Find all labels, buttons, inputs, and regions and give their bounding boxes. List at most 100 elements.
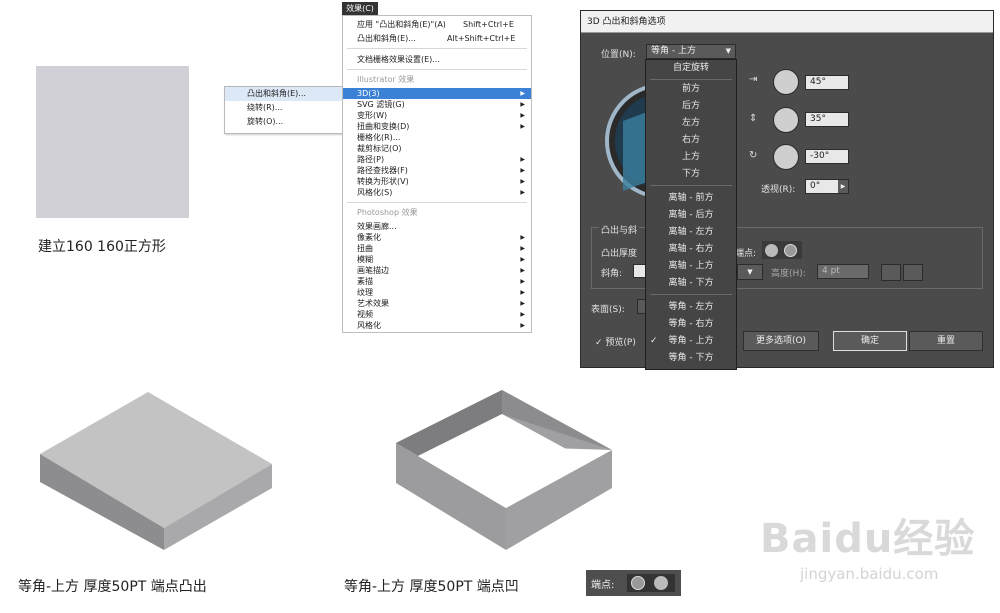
menu-item-artistic[interactable]: 艺术效果 ▶ [343,298,531,309]
menu-item-effect-gallery[interactable]: 效果画廊... [343,221,531,232]
position-option[interactable]: 离轴 - 上方 [646,258,736,275]
submenu-item-extrude[interactable]: 凸出和斜角(E)... [225,87,343,101]
submenu-item-rotate[interactable]: 旋转(O)... [225,115,343,129]
chevron-right-icon: ▶ [838,180,848,193]
chevron-right-icon: ▶ [520,90,525,97]
bevel-in-icon[interactable] [903,264,923,281]
cap-badge: 端点: [586,570,681,596]
menu-item-crop-marks[interactable]: 裁剪标记(O) [343,143,531,154]
position-option[interactable]: 等角 - 左方 [646,299,736,316]
chevron-right-icon: ▶ [520,123,525,130]
position-option[interactable]: 前方 [646,81,736,98]
cap-toggle-group [762,241,802,259]
menu-item-raster-settings[interactable]: 文档栅格效果设置(E)... [343,54,531,65]
chevron-right-icon: ▶ [520,112,525,119]
cap-off-icon [631,576,645,590]
chevron-right-icon: ▶ [520,267,525,274]
menu-item-path[interactable]: 路径(P) ▶ [343,154,531,165]
menu-item-blur[interactable]: 模糊 ▶ [343,254,531,265]
menu-item-sketch[interactable]: 素描 ▶ [343,276,531,287]
position-option[interactable]: 离轴 - 后方 [646,207,736,224]
z-angle-input[interactable]: -30° [805,149,849,164]
menu-item-video[interactable]: 视频 ▶ [343,309,531,320]
y-rotation-knob[interactable] [773,107,799,133]
3d-extrude-bevel-dialog: 3D 凸出和斜角选项 位置(N): 等角 - 上方 ▼ ⇥ 45° ⇕ 35° … [580,10,994,368]
menu-separator [347,48,527,49]
menu-item-stylize[interactable]: 风格化(S) ▶ [343,187,531,198]
dropdown-separator [650,79,732,80]
dialog-title: 3D 凸出和斜角选项 [581,11,993,33]
effect-menu-title[interactable]: 效果(C) [342,2,378,15]
result2-caption: 等角-上方 厚度50PT 端点凹 [344,579,519,595]
position-option[interactable]: 等角 - 右方 [646,316,736,333]
chevron-right-icon: ▶ [520,322,525,329]
chevron-right-icon: ▶ [520,311,525,318]
position-option[interactable]: 右方 [646,132,736,149]
menu-item-brush-strokes[interactable]: 画笔描边 ▶ [343,265,531,276]
position-option-selected[interactable]: ✓ 等角 - 上方 [646,333,736,350]
menu-item-last-effect[interactable]: 凸出和斜角(E)... Alt+Shift+Ctrl+E [343,33,531,44]
x-rotation-knob[interactable] [773,69,799,95]
dropdown-separator [650,294,732,295]
position-option[interactable]: 离轴 - 前方 [646,190,736,207]
height-input[interactable]: 4 pt [817,264,869,279]
position-option[interactable]: 后方 [646,98,736,115]
x-axis-icon: ⇥ [749,74,758,85]
reset-button[interactable]: 重置 [909,331,983,351]
chevron-right-icon: ▶ [520,245,525,252]
menu-item-apply-last[interactable]: 应用 "凸出和斜角(E)"(A) Shift+Ctrl+E [343,19,531,30]
menu-item-convert-shape[interactable]: 转换为形状(V) ▶ [343,176,531,187]
extrude-depth-label: 凸出厚度 [601,249,638,259]
position-option[interactable]: 离轴 - 右方 [646,241,736,258]
extrude-section-label: 凸出与斜 [599,223,640,236]
menu-item-3d[interactable]: 3D(3) ▶ [343,88,531,99]
menu-item-pixelate[interactable]: 像素化 ▶ [343,232,531,243]
photoshop-effects-header: Photoshop 效果 [357,208,418,217]
position-select[interactable]: 等角 - 上方 ▼ [646,44,736,59]
menu-separator [347,69,527,70]
square-shape [36,66,189,218]
menu-item-distort[interactable]: 扭曲 ▶ [343,243,531,254]
bevel-out-icon[interactable] [881,264,901,281]
chevron-right-icon: ▶ [520,178,525,185]
menu-item-svg-filters[interactable]: SVG 滤镜(G) ▶ [343,99,531,110]
position-option[interactable]: 自定旋转 [646,60,736,77]
cap-badge-label: 端点: [591,580,615,591]
preview-checkbox[interactable]: ✓ 预览(P) [595,335,636,348]
chevron-right-icon: ▶ [520,289,525,296]
more-options-button[interactable]: 更多选项(O) [743,331,819,351]
menu-item-stylize-ps[interactable]: 风格化 ▶ [343,320,531,331]
z-axis-icon: ↻ [749,150,758,161]
position-option[interactable]: 等角 - 下方 [646,350,736,367]
perspective-input[interactable]: 0° ▶ [805,179,849,194]
menu-item-warp[interactable]: 变形(W) ▶ [343,110,531,121]
cap-off-icon[interactable] [784,244,797,257]
menu-item-distort-transform[interactable]: 扭曲和变换(D) ▶ [343,121,531,132]
menu-separator [347,202,527,203]
z-rotation-knob[interactable] [773,144,799,170]
x-angle-input[interactable]: 45° [805,75,849,90]
perspective-label: 透视(R): [761,185,796,195]
cap-badge-toggle [627,574,675,592]
position-option[interactable]: 左方 [646,115,736,132]
position-option[interactable]: 离轴 - 左方 [646,224,736,241]
chevron-down-icon: ▼ [725,47,731,55]
y-axis-icon: ⇕ [749,113,758,124]
check-icon: ✓ [595,338,603,348]
height-label: 高度(H): [771,269,806,279]
menu-item-texture[interactable]: 纹理 ▶ [343,287,531,298]
position-option[interactable]: 上方 [646,149,736,166]
position-option[interactable]: 离轴 - 下方 [646,275,736,292]
menu-item-pathfinder[interactable]: 路径查找器(F) ▶ [343,165,531,176]
illustrator-effects-header: Illustrator 效果 [357,75,415,84]
cap-on-icon[interactable] [765,244,778,257]
position-option[interactable]: 下方 [646,166,736,183]
y-angle-input[interactable]: 35° [805,112,849,127]
square-caption: 建立160 160正方形 [38,239,166,255]
chevron-right-icon: ▶ [520,300,525,307]
chevron-down-icon[interactable]: ▼ [737,264,763,280]
menu-item-rasterize[interactable]: 栅格化(R)... [343,132,531,143]
ok-button[interactable]: 确定 [833,331,907,351]
submenu-item-revolve[interactable]: 绕转(R)... [225,101,343,115]
result1-caption: 等角-上方 厚度50PT 端点凸出 [18,579,207,595]
